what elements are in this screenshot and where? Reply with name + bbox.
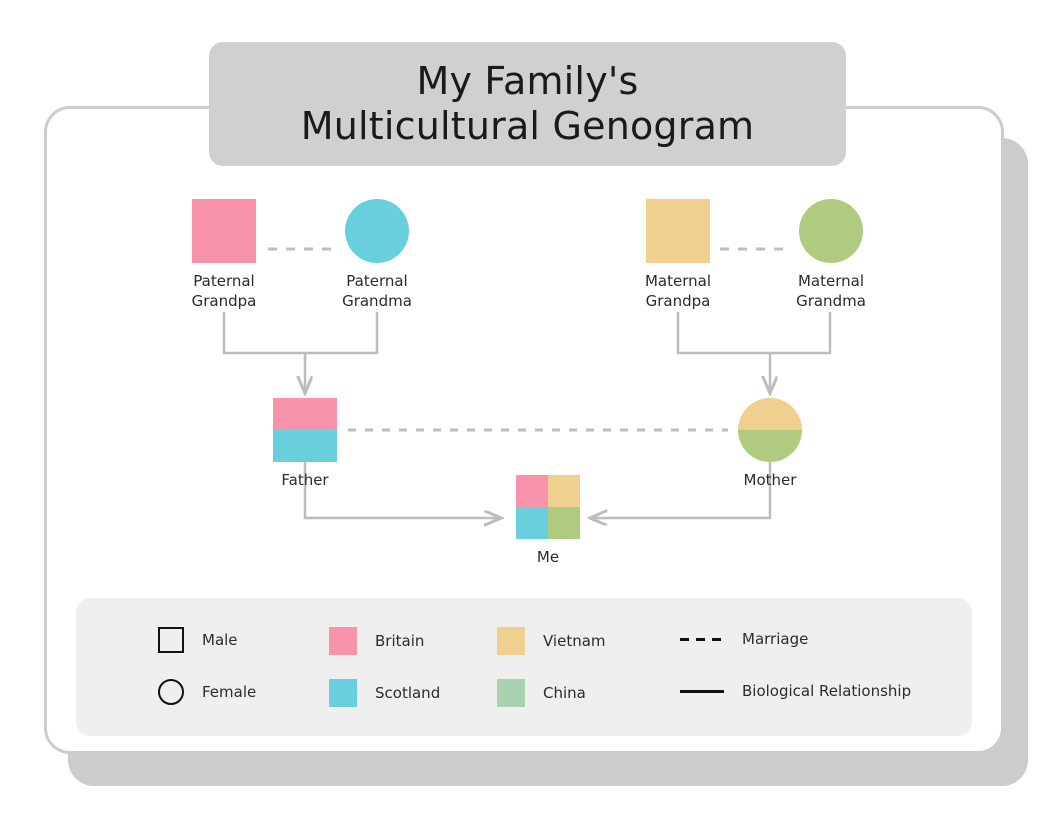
fill-scotland bbox=[516, 507, 548, 539]
fill-vietnam bbox=[646, 199, 710, 263]
legend-label-male: Male bbox=[202, 631, 238, 649]
person-paternal-grandpa[interactable]: Paternal Grandpa bbox=[160, 199, 288, 312]
legend-item-biological[interactable]: Biological Relationship bbox=[680, 682, 911, 700]
person-maternal-grandpa[interactable]: Maternal Grandpa bbox=[614, 199, 742, 312]
vietnam-swatch bbox=[497, 627, 525, 655]
title-line-1: My Family's bbox=[416, 59, 639, 104]
legend-item-marriage[interactable]: Marriage bbox=[680, 630, 808, 648]
mother-symbol bbox=[738, 398, 802, 462]
fill-britain bbox=[192, 199, 256, 263]
fill-britain bbox=[273, 398, 337, 430]
solid-line-icon bbox=[680, 684, 724, 698]
title-banner: My Family's Multicultural Genogram bbox=[209, 42, 846, 166]
legend-label-vietnam: Vietnam bbox=[543, 632, 606, 650]
paternal-grandpa-symbol bbox=[192, 199, 256, 263]
fill-china bbox=[738, 430, 802, 462]
mother-label: Mother bbox=[743, 471, 797, 489]
legend-item-male[interactable]: Male bbox=[158, 627, 238, 653]
person-father[interactable]: Father bbox=[241, 398, 369, 491]
legend-item-britain[interactable]: Britain bbox=[329, 627, 424, 655]
fill-scotland bbox=[273, 430, 337, 462]
legend-label-scotland: Scotland bbox=[375, 684, 441, 702]
person-mother[interactable]: Mother bbox=[706, 398, 834, 491]
scotland-swatch bbox=[329, 679, 357, 707]
person-paternal-grandma[interactable]: Paternal Grandma bbox=[313, 199, 441, 312]
maternal-grandma-label: Maternal Grandma bbox=[796, 272, 866, 310]
title-line-2: Multicultural Genogram bbox=[300, 104, 755, 148]
legend-item-china[interactable]: China bbox=[497, 679, 586, 707]
legend-label-china: China bbox=[543, 684, 586, 702]
legend-label-female: Female bbox=[202, 683, 257, 701]
fill-britain bbox=[516, 475, 548, 507]
legend-label-britain: Britain bbox=[375, 632, 425, 650]
fill-vietnam bbox=[738, 398, 802, 430]
fill-china bbox=[799, 199, 863, 263]
father-label: Father bbox=[281, 471, 329, 489]
fill-vietnam bbox=[548, 475, 580, 507]
legend-panel: Male Female Britain Scotland Vietnam Chi… bbox=[76, 598, 972, 736]
person-me[interactable]: Me bbox=[484, 475, 612, 568]
maternal-grandma-symbol bbox=[799, 199, 863, 263]
britain-swatch bbox=[329, 627, 357, 655]
legend-label-biological: Biological Relationship bbox=[742, 682, 912, 700]
father-symbol bbox=[273, 398, 337, 462]
fill-scotland bbox=[345, 199, 409, 263]
maternal-grandpa-label: Maternal Grandpa bbox=[644, 272, 711, 310]
me-label: Me bbox=[536, 548, 560, 566]
person-maternal-grandma[interactable]: Maternal Grandma bbox=[767, 199, 895, 312]
paternal-grandma-label: Paternal Grandma bbox=[342, 272, 412, 310]
legend-label-marriage: Marriage bbox=[742, 630, 809, 648]
me-symbol bbox=[516, 475, 580, 539]
dashed-line-icon bbox=[680, 632, 724, 646]
legend-item-vietnam[interactable]: Vietnam bbox=[497, 627, 606, 655]
male-square-icon bbox=[158, 627, 184, 653]
paternal-grandma-symbol bbox=[345, 199, 409, 263]
legend-item-female[interactable]: Female bbox=[158, 679, 256, 705]
legend-item-scotland[interactable]: Scotland bbox=[329, 679, 440, 707]
china-swatch bbox=[497, 679, 525, 707]
paternal-grandpa-label: Paternal Grandpa bbox=[191, 272, 257, 310]
maternal-grandpa-symbol bbox=[646, 199, 710, 263]
female-circle-icon bbox=[158, 679, 184, 705]
fill-china bbox=[548, 507, 580, 539]
